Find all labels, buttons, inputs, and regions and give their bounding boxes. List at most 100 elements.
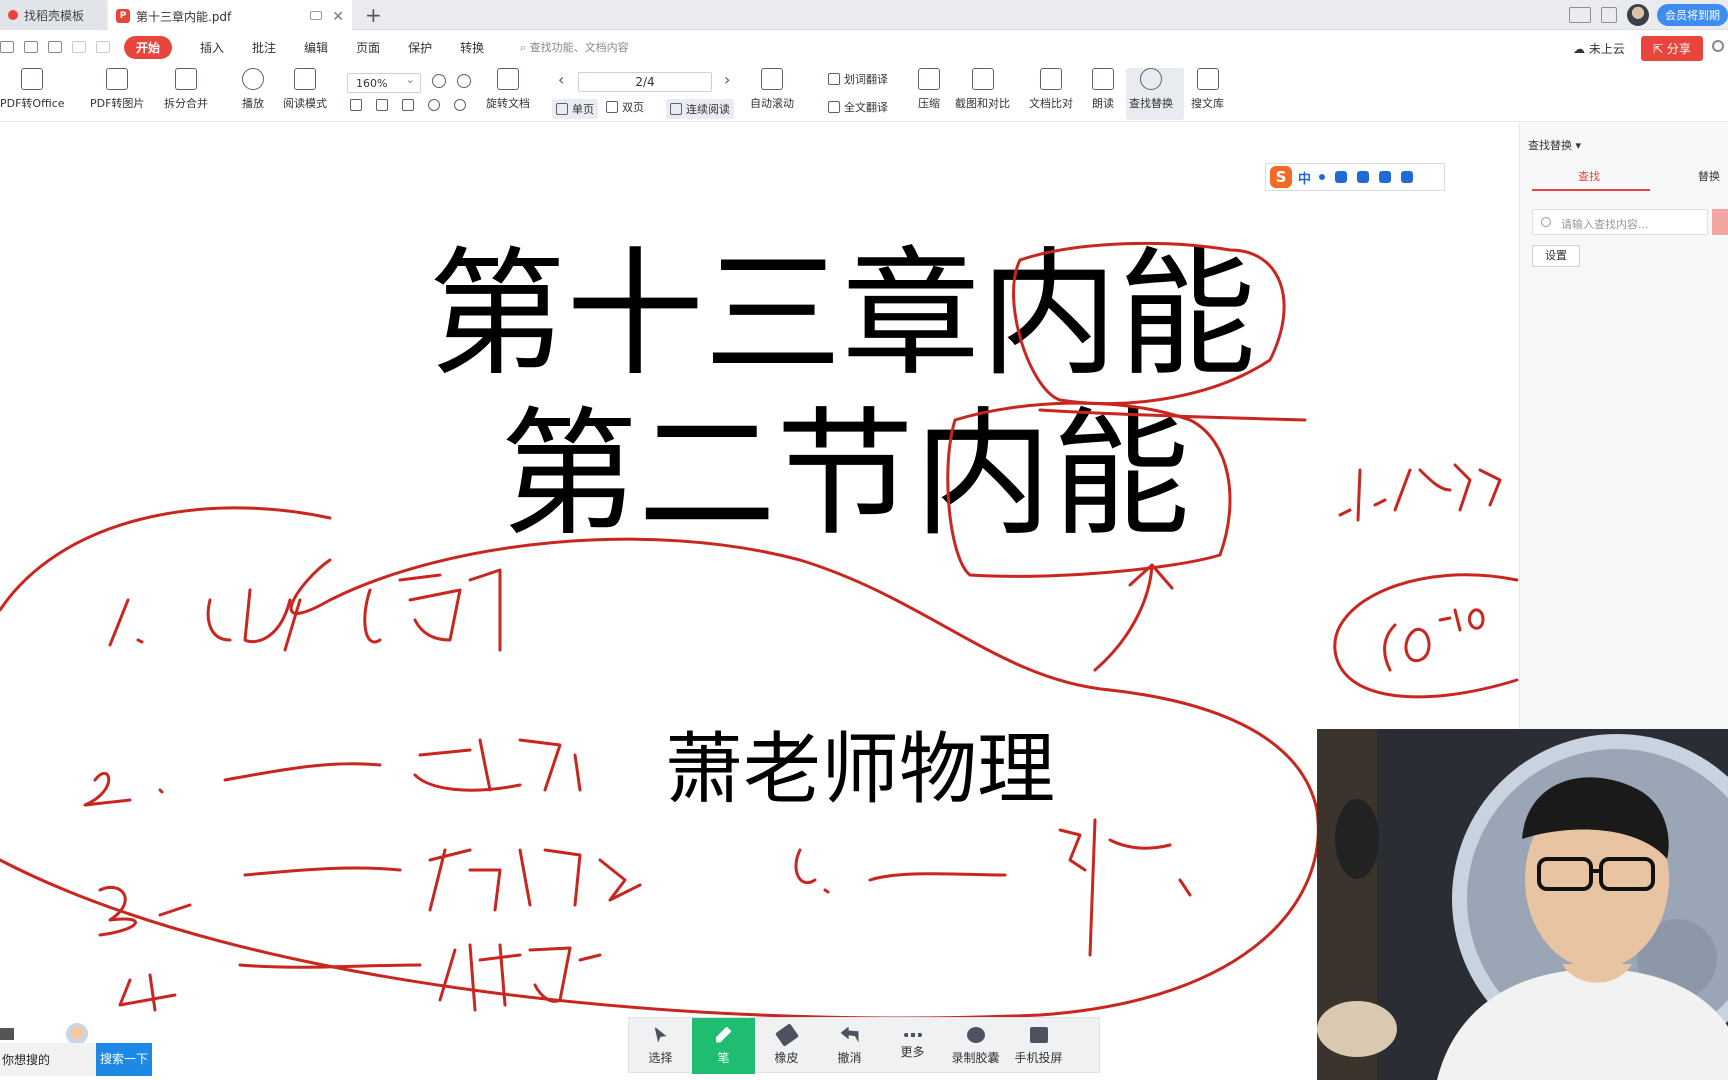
sogou-logo-icon[interactable]: S bbox=[1270, 166, 1292, 188]
undo-icon[interactable] bbox=[72, 41, 86, 53]
cursor-icon bbox=[654, 1026, 667, 1043]
tab-find[interactable]: 查找 bbox=[1578, 168, 1600, 184]
window-icon[interactable] bbox=[310, 11, 322, 20]
ime-toolbar: S 中 bbox=[1265, 163, 1445, 191]
double-page-button[interactable]: 双页 bbox=[606, 99, 644, 115]
rotate-left-icon[interactable] bbox=[428, 99, 440, 111]
auto-scroll-button[interactable]: 自动滚动 bbox=[750, 68, 794, 111]
tab-pdf-document[interactable]: P 第十三章内能.pdf ✕ bbox=[108, 0, 352, 30]
menu-start[interactable]: 开始 bbox=[124, 35, 173, 59]
fit-width-icon[interactable] bbox=[402, 99, 414, 111]
microphone-icon[interactable] bbox=[1335, 171, 1348, 183]
tab-replace[interactable]: 替换 bbox=[1698, 168, 1720, 184]
image-icon bbox=[106, 68, 129, 90]
translate-icon bbox=[828, 73, 840, 85]
next-page-icon[interactable]: › bbox=[724, 70, 730, 89]
menu-edit[interactable]: 编辑 bbox=[304, 39, 328, 56]
pen-tool-button[interactable]: 笔 bbox=[692, 1018, 755, 1074]
pen-toolbar: 选择 笔 橡皮 撤消 更多 录制胶囊 手机投屏 bbox=[628, 1017, 1100, 1074]
docer-icon bbox=[8, 10, 18, 20]
share-button[interactable]: ⇱ 分享 bbox=[1641, 36, 1703, 61]
cloud-status[interactable]: ☁ 未上云 bbox=[1573, 40, 1625, 57]
rotate-right-icon[interactable] bbox=[454, 99, 466, 111]
pdf-to-image-button[interactable]: PDF转图片 bbox=[90, 68, 144, 111]
read-aloud-button[interactable]: 朗读 bbox=[1092, 68, 1114, 111]
page-number-input[interactable]: 2/4 bbox=[578, 72, 712, 92]
zoom-select[interactable]: 160% bbox=[347, 73, 421, 93]
ink-item3 bbox=[98, 848, 642, 937]
print-icon[interactable] bbox=[48, 41, 62, 53]
select-tool-button[interactable]: 选择 bbox=[629, 1018, 692, 1074]
widget-search-input[interactable]: 你想搜的 bbox=[0, 1043, 96, 1076]
zoom-out-icon[interactable] bbox=[432, 74, 446, 88]
single-page-button[interactable]: 单页 bbox=[552, 99, 598, 119]
document-title-line2: 第二节内能 bbox=[500, 394, 1191, 555]
mascot-icon[interactable] bbox=[66, 1023, 88, 1045]
fit-page-icon[interactable] bbox=[376, 99, 388, 111]
ime-mode[interactable]: 中 bbox=[1298, 168, 1311, 187]
menu-convert[interactable]: 转换 bbox=[460, 39, 484, 56]
gear-icon[interactable] bbox=[1712, 40, 1724, 52]
grid-icon[interactable] bbox=[1601, 7, 1617, 23]
prev-page-icon[interactable]: ‹ bbox=[558, 70, 564, 89]
find-replace-button[interactable]: 查找替换 bbox=[1129, 68, 1173, 111]
skin-shirt-icon[interactable] bbox=[1379, 171, 1392, 183]
panel-title[interactable]: 查找替换 ▾ bbox=[1528, 137, 1581, 153]
pdf-file-icon: P bbox=[116, 9, 130, 23]
function-search-input[interactable]: ⌕ 查找功能、文档内容 bbox=[520, 39, 629, 55]
menu-protect[interactable]: 保护 bbox=[408, 39, 432, 56]
save-icon[interactable] bbox=[24, 41, 38, 53]
full-translate-icon bbox=[828, 101, 840, 113]
compress-icon bbox=[918, 68, 940, 90]
pdf-to-office-button[interactable]: PDF转Office bbox=[0, 68, 65, 111]
single-page-icon bbox=[556, 103, 568, 115]
rotate-document-button[interactable]: 旋转文档 bbox=[486, 68, 530, 111]
news-icon[interactable] bbox=[0, 1028, 14, 1040]
punctuation-icon[interactable] bbox=[1319, 174, 1326, 180]
record-capsule-button[interactable]: 录制胶囊 bbox=[944, 1018, 1007, 1074]
close-icon[interactable]: ✕ bbox=[332, 9, 344, 25]
split-merge-button[interactable]: 拆分合并 bbox=[164, 68, 208, 111]
search-icon bbox=[1140, 68, 1162, 90]
screenshot-compare-button[interactable]: 截图和对比 bbox=[955, 68, 1010, 111]
word-translate-button[interactable]: 划词翻译 bbox=[828, 71, 888, 87]
play-button[interactable]: 播放 bbox=[242, 68, 264, 111]
undo-button[interactable]: 撤消 bbox=[818, 1018, 881, 1074]
settings-button[interactable]: 设置 bbox=[1532, 245, 1580, 267]
menu-row: 开始 插入 批注 编辑 页面 保护 转换 ⌕ 查找功能、文档内容 ☁ 未上云 ⇱… bbox=[0, 32, 1728, 62]
eraser-tool-button[interactable]: 橡皮 bbox=[755, 1018, 818, 1074]
ink-small-text bbox=[1338, 463, 1502, 522]
actual-size-icon[interactable] bbox=[350, 99, 362, 111]
continuous-read-button[interactable]: 连续阅读 bbox=[666, 99, 734, 119]
layout-icon[interactable] bbox=[1569, 7, 1591, 23]
redo-icon[interactable] bbox=[96, 41, 110, 53]
zoom-in-icon[interactable] bbox=[457, 74, 471, 88]
keyboard-icon[interactable] bbox=[1357, 171, 1370, 183]
find-button[interactable] bbox=[1712, 209, 1728, 235]
find-input[interactable]: 请输入查找内容... bbox=[1532, 209, 1708, 235]
ink-item4 bbox=[118, 943, 602, 1012]
tab-template[interactable]: 找稻壳模板 bbox=[0, 0, 106, 30]
read-mode-button[interactable]: 阅读模式 bbox=[283, 68, 327, 111]
find-replace-panel: 查找替换 ▾ 查找 替换 请输入查找内容... 设置 bbox=[1519, 123, 1728, 730]
menu-insert[interactable]: 插入 bbox=[200, 39, 224, 56]
full-translate-button[interactable]: 全文翻译 bbox=[828, 99, 888, 115]
eraser-icon bbox=[774, 1022, 799, 1047]
rotate-document-icon bbox=[497, 68, 519, 90]
more-icon bbox=[903, 1032, 922, 1037]
menu-page[interactable]: 页面 bbox=[356, 39, 380, 56]
compress-button[interactable]: 压缩 bbox=[918, 68, 940, 111]
avatar[interactable] bbox=[1627, 4, 1649, 26]
menu-annotate[interactable]: 批注 bbox=[252, 39, 276, 56]
toolbox-icon[interactable] bbox=[1401, 171, 1414, 183]
widget-search-button[interactable]: 搜索一下 bbox=[96, 1043, 152, 1076]
vip-badge[interactable]: 会员将到期 bbox=[1657, 4, 1728, 26]
open-folder-icon[interactable] bbox=[0, 41, 14, 53]
new-tab-button[interactable]: + bbox=[365, 3, 382, 27]
library-search-icon bbox=[1196, 68, 1219, 90]
doc-compare-button[interactable]: 文档比对 bbox=[1029, 68, 1073, 111]
search-library-button[interactable]: 搜文库 bbox=[1191, 68, 1224, 111]
more-button[interactable]: 更多 bbox=[881, 1018, 944, 1074]
record-icon bbox=[966, 1026, 985, 1043]
phone-cast-button[interactable]: 手机投屏 bbox=[1007, 1018, 1070, 1074]
